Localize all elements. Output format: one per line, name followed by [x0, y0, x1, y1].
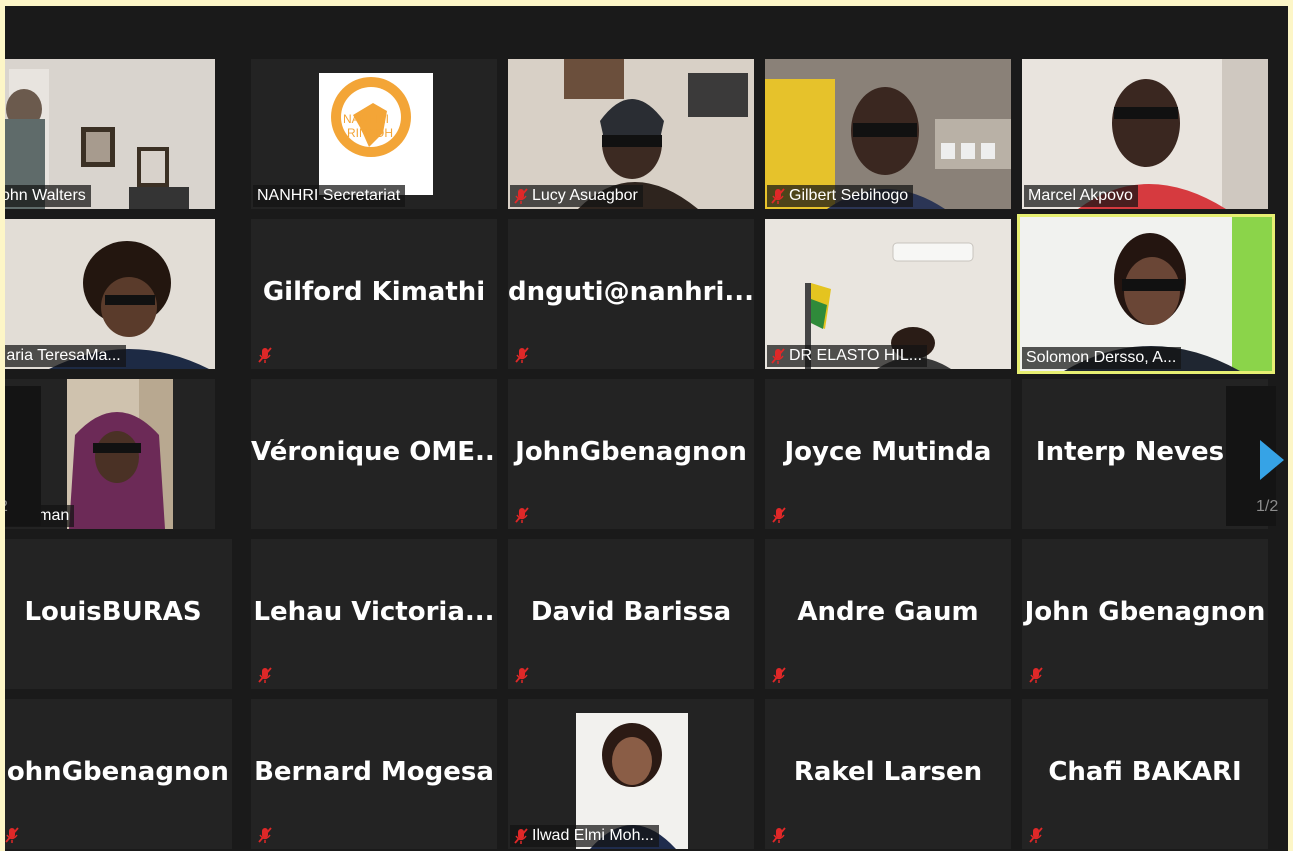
svg-text:RINADH: RINADH	[347, 126, 393, 140]
previous-page-label: 2	[5, 498, 8, 516]
muted-mic-icon	[255, 825, 275, 845]
participant-name: Maria TeresaMa...	[5, 347, 121, 364]
participant-name: John Walters	[5, 187, 86, 204]
participant-name: LouisBURAS	[24, 597, 202, 627]
participant-name: Gilford Kimathi	[262, 277, 486, 307]
participant-tile[interactable]: LouisBURAS	[5, 539, 232, 689]
participant-tile[interactable]: Rakel Larsen	[765, 699, 1011, 849]
participant-tile[interactable]: Andre Gaum	[765, 539, 1011, 689]
participant-name: Chafi BAKARI	[1048, 757, 1242, 787]
muted-mic-icon	[512, 505, 532, 525]
participant-tile[interactable]: John Walters	[5, 59, 215, 209]
page-indicator: 1/2	[1256, 498, 1279, 515]
muted-mic-icon	[769, 665, 789, 685]
muted-mic-icon	[512, 345, 532, 365]
participant-name: Ilwad Elmi Moh...	[532, 827, 654, 844]
muted-mic-icon	[769, 505, 789, 525]
chevron-right-icon	[1260, 440, 1284, 480]
participant-label: Lucy Asuagbor	[510, 185, 643, 207]
muted-mic-icon	[1026, 665, 1046, 685]
video-gallery: John Walters NANHRI RINADH NANHRI Secret…	[5, 6, 1288, 851]
participant-label: John Walters	[5, 185, 91, 207]
participant-tile[interactable]: John Gbenagnon	[1022, 539, 1268, 689]
muted-mic-icon	[1026, 825, 1046, 845]
participant-label: Gilbert Sebihogo	[767, 185, 914, 207]
participant-name: Rakel Larsen	[793, 757, 983, 787]
participant-name: Bernard Mogesa	[254, 757, 494, 787]
participant-name: Marcel Akpovo	[1028, 187, 1133, 204]
participant-name: Gilbert Sebihogo	[789, 187, 909, 204]
participant-tile[interactable]: Gilbert Sebihogo	[765, 59, 1011, 209]
participant-tile[interactable]: Marcel Akpovo	[1022, 59, 1268, 209]
participant-name: DR ELASTO HIL...	[789, 347, 923, 364]
muted-mic-icon	[255, 665, 275, 685]
participant-tile-active-speaker[interactable]: Solomon Dersso, A...	[1017, 214, 1275, 374]
participant-tile[interactable]: Joyce Mutinda	[765, 379, 1011, 529]
participant-tile[interactable]: DR ELASTO HIL...	[765, 219, 1011, 369]
previous-page-button[interactable]: 2	[5, 386, 41, 526]
participant-name: JohnGbenagnon	[515, 437, 747, 467]
participant-tile[interactable]: Bernard Mogesa	[251, 699, 497, 849]
participant-name: dnguti@nanhri....	[508, 277, 754, 307]
participant-label: Marcel Akpovo	[1024, 185, 1138, 207]
participant-name: Lucy Asuagbor	[532, 187, 638, 204]
participant-tile[interactable]: JohnGbenagnon	[5, 699, 232, 849]
participant-label: Maria TeresaMa...	[5, 345, 126, 367]
muted-mic-icon	[514, 188, 528, 204]
participant-label: Solomon Dersso, A...	[1022, 347, 1182, 369]
muted-mic-icon	[512, 665, 532, 685]
muted-mic-icon	[514, 828, 528, 844]
participant-name: Véronique OME...	[251, 437, 497, 467]
participant-tile[interactable]: dnguti@nanhri....	[508, 219, 754, 369]
participant-tile[interactable]: Lucy Asuagbor	[508, 59, 754, 209]
participant-name: Lehau Victoria...	[253, 597, 495, 627]
participant-name: Interp Neves	[1035, 437, 1225, 467]
participant-name: Joyce Mutinda	[784, 437, 992, 467]
participant-tile[interactable]: Maria TeresaMa...	[5, 219, 215, 369]
participant-name: John Gbenagnon	[1024, 597, 1266, 627]
participant-name: JohnGbenagnon	[5, 757, 229, 787]
muted-mic-icon	[255, 345, 275, 365]
participant-name: Solomon Dersso, A...	[1026, 349, 1177, 366]
participant-label: Ilwad Elmi Moh...	[510, 825, 659, 847]
participant-tile[interactable]: NANHRI RINADH NANHRI Secretariat	[251, 59, 497, 209]
participant-tile[interactable]: Lehau Victoria...	[251, 539, 497, 689]
muted-mic-icon	[5, 825, 22, 845]
next-page-button[interactable]: 1/2	[1226, 386, 1284, 526]
participant-tile[interactable]: JohnGbenagnon	[508, 379, 754, 529]
participant-tile[interactable]: Ilwad Elmi Moh...	[508, 699, 754, 849]
participant-tile[interactable]: David Barissa	[508, 539, 754, 689]
svg-text:NANHRI: NANHRI	[343, 112, 389, 126]
muted-mic-icon	[771, 188, 785, 204]
participant-tile[interactable]: Véronique OME...	[251, 379, 497, 529]
participant-name: David Barissa	[530, 597, 732, 627]
muted-mic-icon	[771, 348, 785, 364]
participant-name: NANHRI Secretariat	[257, 187, 401, 204]
participant-label: DR ELASTO HIL...	[767, 345, 928, 367]
participant-name: Andre Gaum	[797, 597, 979, 627]
muted-mic-icon	[769, 825, 789, 845]
participant-tile[interactable]: Chafi BAKARI	[1022, 699, 1268, 849]
participant-label: NANHRI Secretariat	[253, 185, 406, 207]
participant-tile[interactable]: Gilford Kimathi	[251, 219, 497, 369]
